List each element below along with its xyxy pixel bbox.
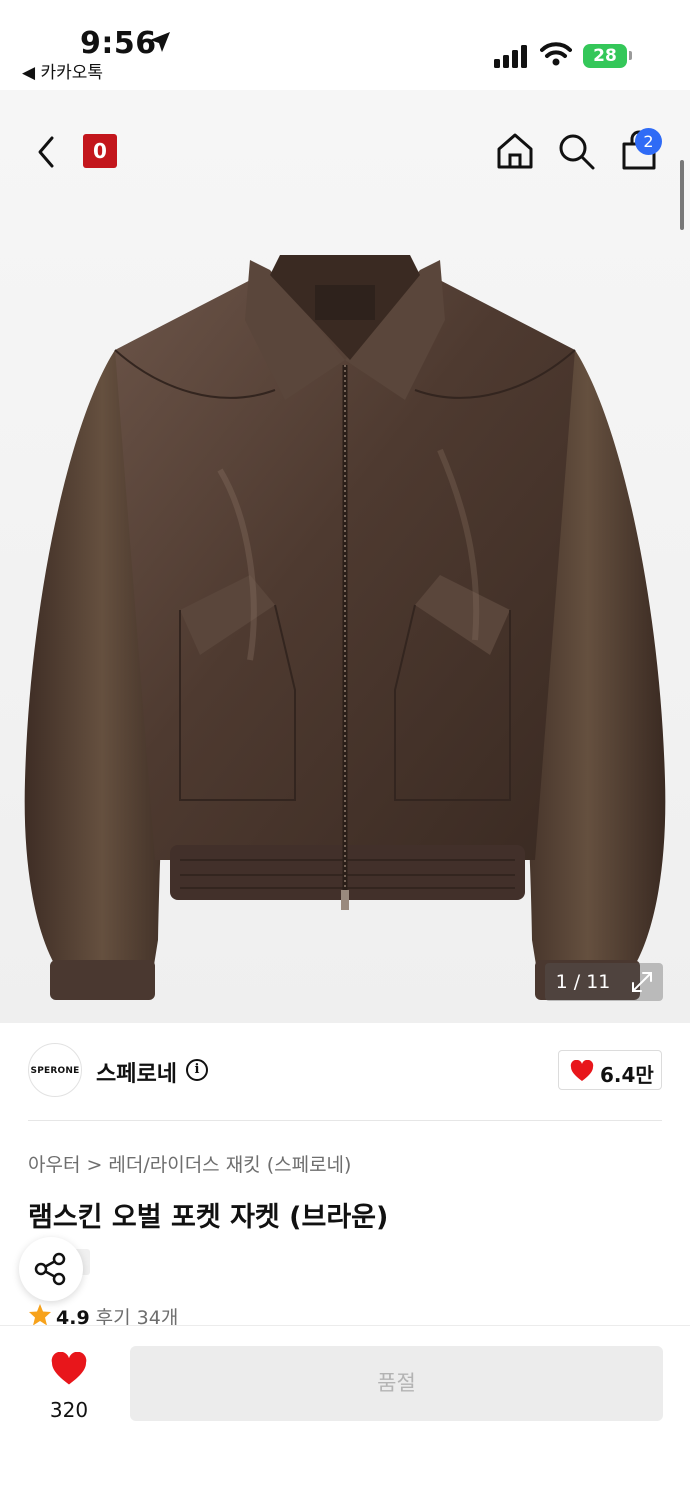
heart-icon bbox=[570, 1060, 594, 1081]
heart-icon bbox=[51, 1352, 87, 1385]
brand-row[interactable]: SPERONE 스페로네 i 6.4만 bbox=[28, 1043, 662, 1103]
expand-image-button[interactable] bbox=[621, 963, 663, 1001]
cellular-signal-icon bbox=[494, 44, 530, 68]
review-count[interactable]: 후기 34개 bbox=[96, 1307, 179, 1327]
product-title: 램스킨 오벌 포켓 자켓 (브라운) bbox=[28, 1202, 389, 1233]
product-photo bbox=[24, 255, 666, 1000]
battery-icon: 28 bbox=[583, 44, 627, 68]
rating-value: 4.9 bbox=[56, 1307, 90, 1327]
status-bar: 9:56 ◀ 카카오톡 28 bbox=[0, 0, 690, 90]
battery-tip bbox=[629, 51, 632, 60]
info-icon[interactable]: i bbox=[186, 1059, 208, 1081]
star-icon bbox=[29, 1304, 51, 1326]
wishlist-count: 320 bbox=[49, 1398, 89, 1422]
bottom-action-bar: 320 품절 bbox=[0, 1325, 690, 1500]
cart-count-badge: 2 bbox=[635, 128, 662, 155]
search-icon[interactable] bbox=[555, 130, 597, 172]
store-logo[interactable]: 0 bbox=[83, 134, 117, 168]
brand-like-count: 6.4만 bbox=[600, 1063, 654, 1087]
brand-like-button[interactable]: 6.4만 bbox=[558, 1050, 662, 1090]
location-arrow-icon bbox=[150, 32, 170, 52]
breadcrumb: 아우터 > 레더/라이더스 재킷 (스페로네) bbox=[28, 1150, 351, 1177]
image-counter: 1 / 11 bbox=[545, 963, 621, 1001]
scroll-indicator bbox=[680, 160, 684, 230]
divider bbox=[28, 1120, 662, 1121]
back-chevron-icon[interactable] bbox=[32, 132, 64, 172]
battery-level: 28 bbox=[593, 46, 617, 66]
product-image-gallery[interactable]: 0 1 / 11 bbox=[0, 90, 690, 1023]
share-button[interactable] bbox=[19, 1237, 83, 1301]
wishlist-button[interactable]: 320 bbox=[38, 1348, 100, 1428]
chevron-right-icon: > bbox=[86, 1154, 103, 1176]
home-icon[interactable] bbox=[494, 130, 536, 172]
sold-out-button[interactable]: 품절 bbox=[130, 1346, 663, 1421]
status-time: 9:56 bbox=[80, 26, 157, 61]
back-to-app-link[interactable]: ◀ 카카오톡 bbox=[22, 58, 103, 83]
breadcrumb-subcategory[interactable]: 레더/라이더스 재킷 (스페로네) bbox=[108, 1154, 351, 1176]
wifi-icon bbox=[540, 42, 572, 66]
expand-icon bbox=[632, 972, 652, 992]
breadcrumb-category[interactable]: 아우터 bbox=[28, 1154, 80, 1176]
share-icon bbox=[34, 1252, 66, 1286]
brand-name[interactable]: 스페로네 bbox=[96, 1056, 177, 1088]
rating-row[interactable]: 4.9 후기 34개 bbox=[28, 1303, 178, 1327]
brand-avatar[interactable]: SPERONE bbox=[28, 1043, 82, 1097]
